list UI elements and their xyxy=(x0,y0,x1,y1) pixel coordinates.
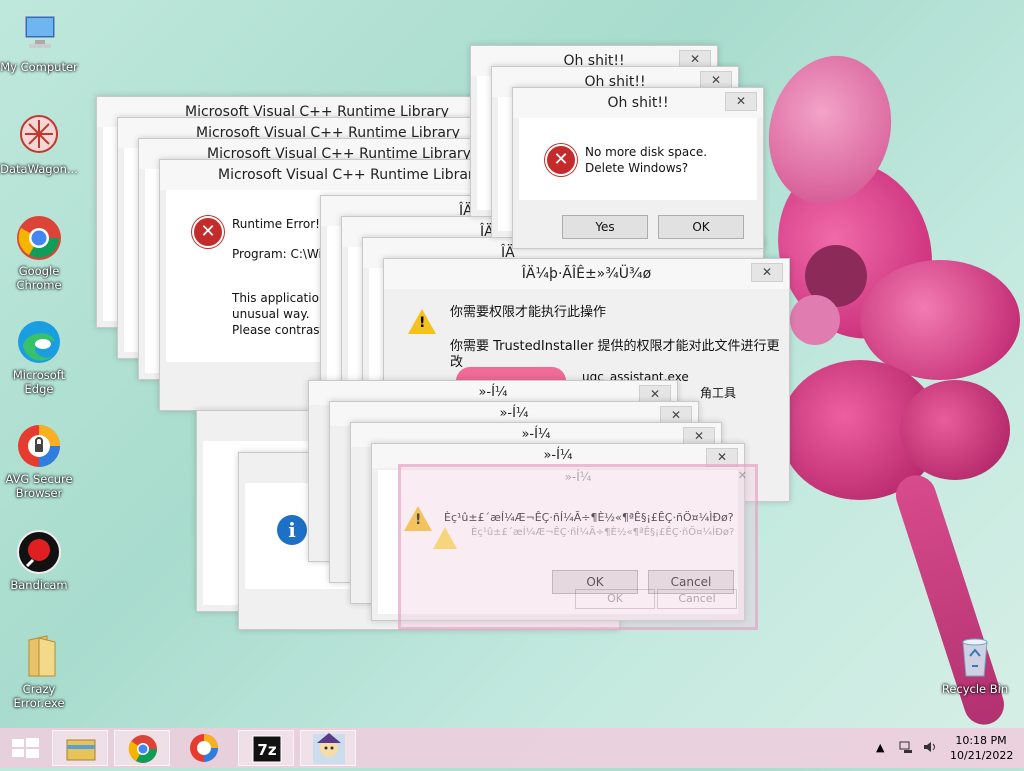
tray-chevron-icon[interactable]: ▲ xyxy=(876,741,884,754)
close-icon: ✕ xyxy=(689,52,701,66)
error-icon: ✕ xyxy=(192,216,224,248)
avg-browser-icon xyxy=(190,734,218,762)
clock-date: 10/21/2022 xyxy=(950,749,1014,762)
disk-space-dialog-front[interactable]: Oh shit!! ✕ ✕ No more disk space. Delete… xyxy=(512,87,764,249)
svg-text:7z: 7z xyxy=(257,741,276,759)
start-button[interactable] xyxy=(0,730,50,766)
anime-character-icon xyxy=(313,733,345,764)
computer-icon xyxy=(15,10,63,58)
close-icon: ✕ xyxy=(649,387,661,401)
ghost-message: Èç¹û±£´æÍ¼Æ¬ÊÇ·ñÍ¼Ã÷¶È½«¶ªÊ§¡£ÊÇ·ñÖ¤¼ÌÐø… xyxy=(471,527,735,538)
program-path: Program: C:\Wir xyxy=(232,247,327,261)
desktop-icon-recycle-bin[interactable]: Recycle Bin xyxy=(936,632,1014,696)
taskbar-7zip[interactable]: 7z xyxy=(238,730,294,766)
desktop-icon-label: AVG Secure Browser xyxy=(5,472,73,500)
permission-line-1: 你需要权限才能执行此操作 xyxy=(450,305,607,320)
desktop-icon-crazy-error[interactable]: Crazy Error.exe xyxy=(0,632,78,710)
recycle-bin-icon xyxy=(951,632,999,680)
folder-icon xyxy=(66,739,96,761)
close-icon: ✕ xyxy=(761,265,773,279)
yes-button[interactable]: Yes xyxy=(562,215,648,239)
ghost-ok-button: OK xyxy=(575,589,655,609)
runtime-error-heading: Runtime Error! xyxy=(232,217,320,231)
taskbar-crazy-error[interactable] xyxy=(300,730,356,766)
ok-button[interactable]: OK xyxy=(658,215,744,239)
ghost-warning-dialog: »-Í¼ ✕ Èç¹û±£´æÍ¼Æ¬ÊÇ·ñÍ¼Ã÷¶È½«¶ªÊ§¡£ÊÇ·… xyxy=(398,464,758,630)
windows-logo-icon xyxy=(12,738,39,758)
desktop-icon-datawagon[interactable]: DataWagon... xyxy=(0,112,78,176)
desktop-icon-my-computer[interactable]: My Computer xyxy=(0,10,78,74)
desktop-icon-label: Crazy Error.exe xyxy=(13,682,65,710)
network-icon[interactable] xyxy=(898,739,914,758)
dialog-title: ÎÄ¼þ·ÃÎÊ±»¾Ü¾ø xyxy=(384,259,789,289)
desktop-icon-label: Google Chrome xyxy=(16,264,62,292)
error-icon: ✕ xyxy=(545,144,577,176)
desktop-icon-label: Bandicam xyxy=(10,578,68,592)
warning-icon: ! xyxy=(408,309,436,334)
desktop-icon-bandicam[interactable]: Bandicam xyxy=(0,528,78,592)
chrome-icon xyxy=(128,735,157,763)
avg-browser-icon xyxy=(15,422,63,470)
7zip-icon: 7z xyxy=(252,735,282,763)
message-line: unusual way. xyxy=(232,307,310,321)
clock-time: 10:18 PM xyxy=(955,734,1007,747)
taskbar-chrome[interactable] xyxy=(114,730,170,766)
desktop-icon-label: DataWagon... xyxy=(0,162,78,176)
info-icon: i xyxy=(277,515,307,545)
close-button[interactable]: ✕ xyxy=(725,92,757,111)
ghost-cancel-button: Cancel xyxy=(657,589,737,609)
chrome-icon xyxy=(15,214,63,262)
ghost-dialog-title: »-Í¼ xyxy=(564,470,592,484)
desktop-icon-avg-browser[interactable]: AVG Secure Browser xyxy=(0,422,78,500)
folder-icon xyxy=(15,632,63,680)
desktop-icon-label: Microsoft Edge xyxy=(12,368,66,396)
ghost-warning-icon xyxy=(433,527,457,549)
bandicam-icon xyxy=(15,528,63,576)
desktop-icon-edge[interactable]: Microsoft Edge xyxy=(0,318,78,396)
close-icon: ✕ xyxy=(693,429,705,443)
disk-message-line: Delete Windows? xyxy=(585,161,689,175)
desktop-icon-chrome[interactable]: Google Chrome xyxy=(0,214,78,292)
close-icon: ✕ xyxy=(670,408,682,422)
file-description: 角工具 xyxy=(700,386,737,400)
disk-message-line: No more disk space. xyxy=(585,145,708,159)
dialog-body: ✕ No more disk space. Delete Windows? xyxy=(519,118,757,200)
close-icon: ✕ xyxy=(710,73,722,87)
desktop-icon-label: My Computer xyxy=(0,60,78,74)
edge-icon xyxy=(15,318,63,366)
taskbar-avg-browser[interactable] xyxy=(176,730,232,766)
desktop-icon-label: Recycle Bin xyxy=(941,682,1009,696)
message-line: This application xyxy=(232,291,327,305)
datawagon-icon xyxy=(15,112,63,160)
taskbar: 7z ▲ 10:18 PM 10/21/2022 xyxy=(0,728,1024,768)
ghost-close-icon: ✕ xyxy=(737,469,747,482)
clock[interactable]: 10:18 PM 10/21/2022 xyxy=(950,733,1014,763)
volume-icon[interactable] xyxy=(922,739,938,758)
close-button[interactable]: ✕ xyxy=(751,263,783,282)
close-icon: ✕ xyxy=(735,94,747,108)
close-icon: ✕ xyxy=(716,450,728,464)
taskbar-file-explorer[interactable] xyxy=(52,730,108,766)
